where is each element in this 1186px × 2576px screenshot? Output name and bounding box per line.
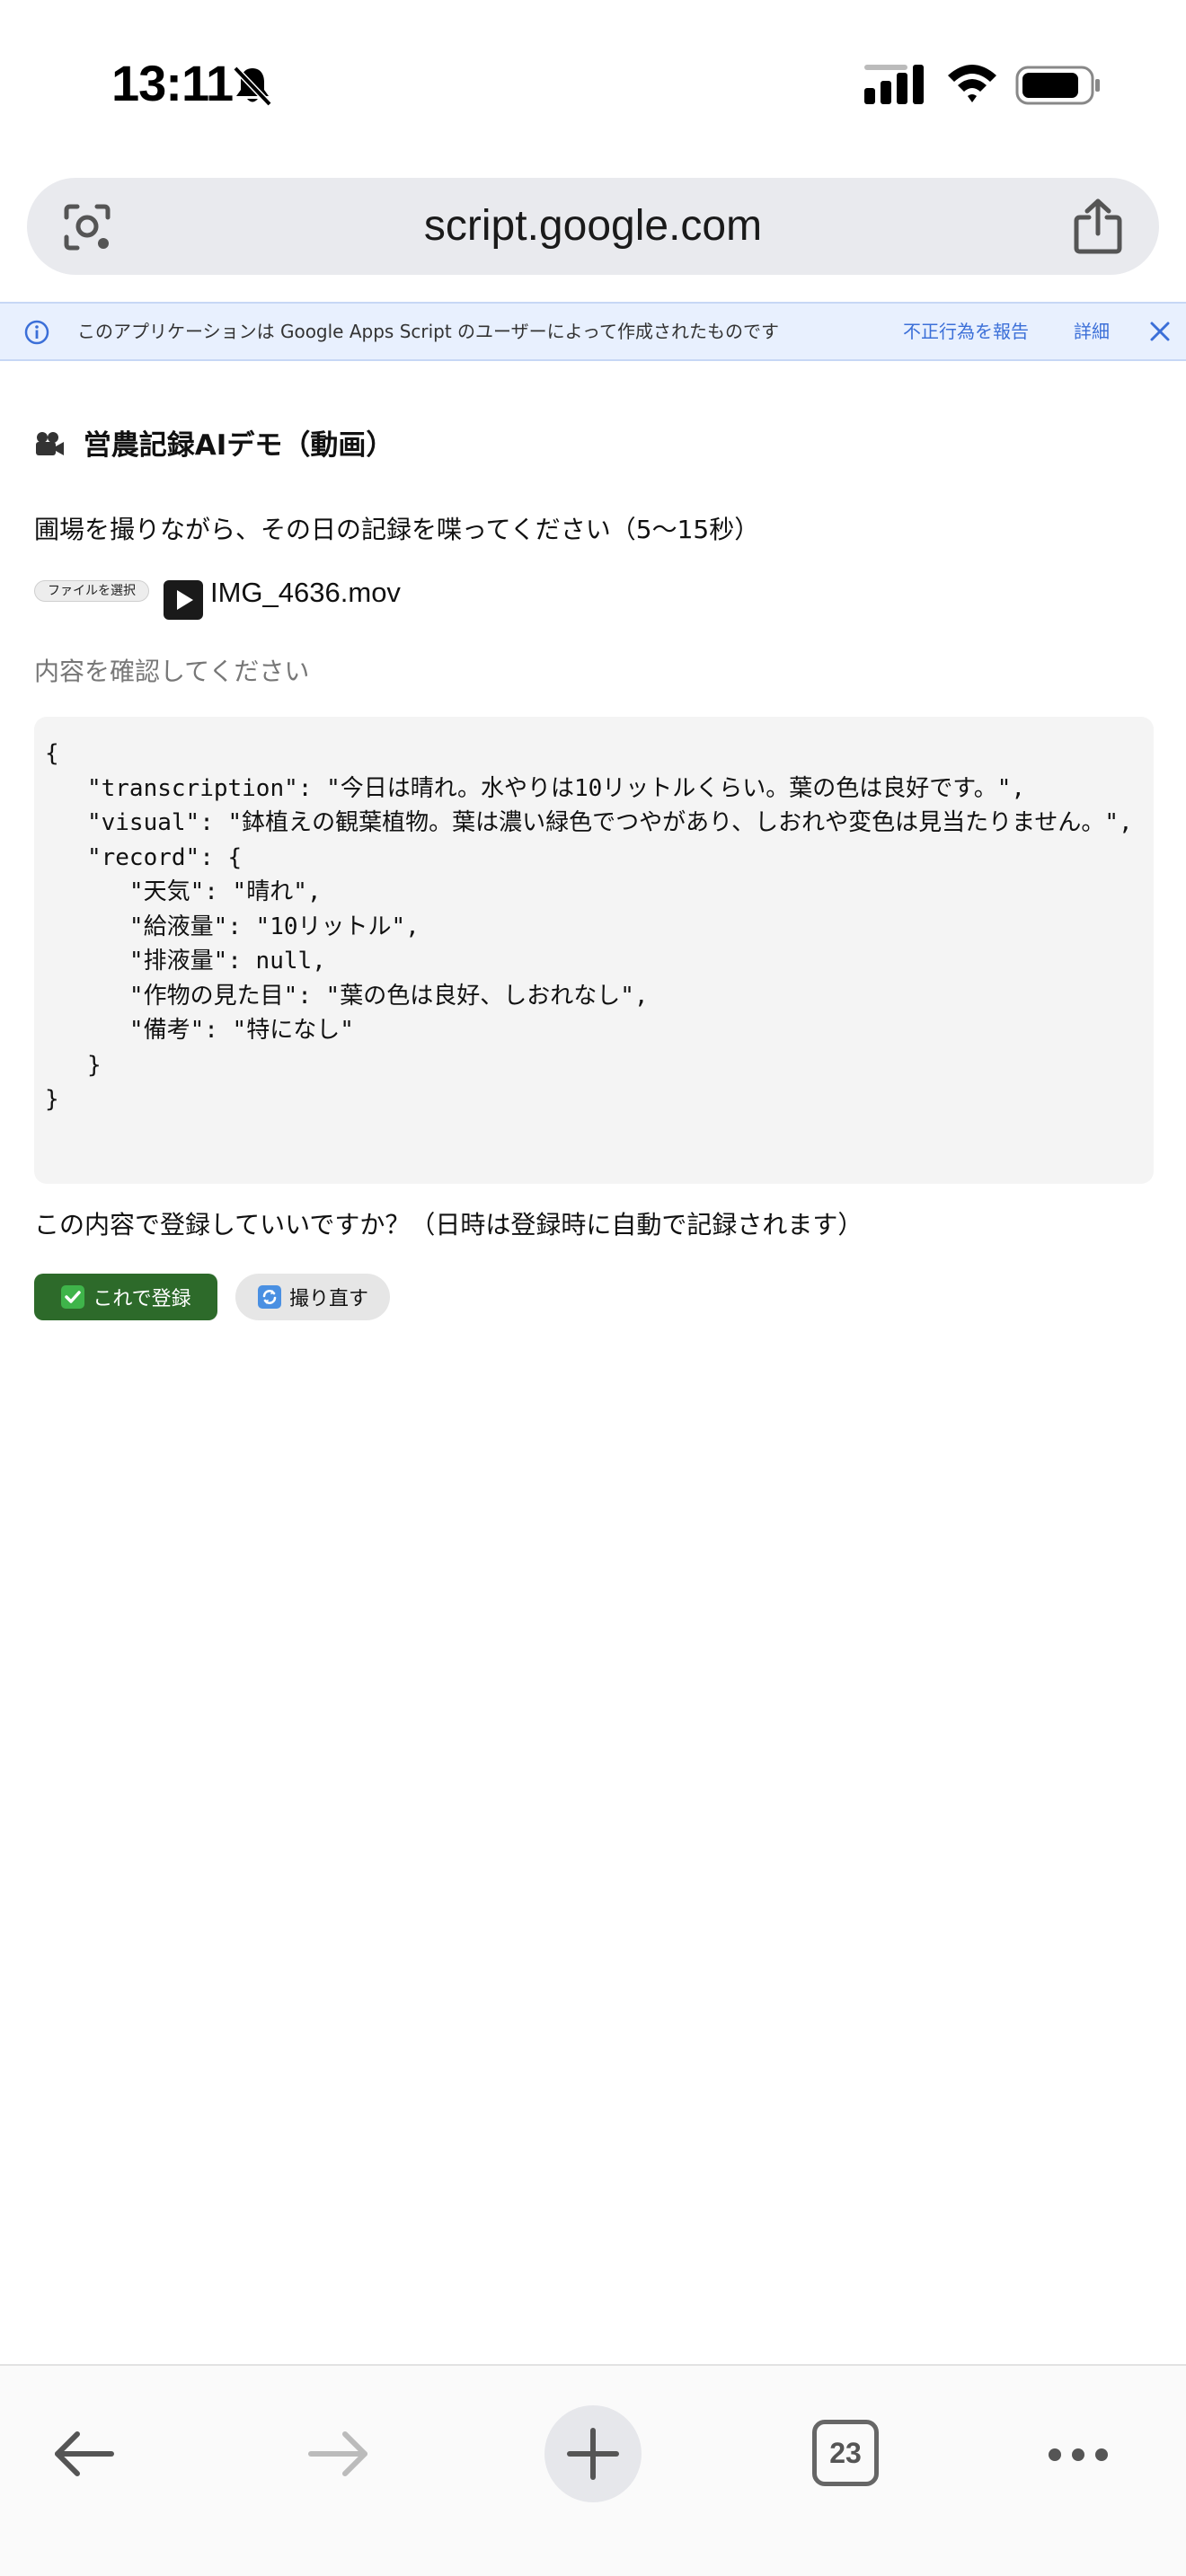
- back-arrow-icon[interactable]: [50, 2420, 119, 2488]
- register-button[interactable]: これで登録: [34, 1274, 217, 1320]
- new-tab-button[interactable]: [544, 2405, 642, 2502]
- instructions-text: 圃場を撮りながら、その日の記録を喋ってください（5〜15秒）: [34, 515, 760, 544]
- result-json: { "transcription": "今日は晴れ。水やりは10リットルくらい。…: [45, 740, 1133, 1113]
- phone-screen: 13:11 script.google.com このアプリケーションは Goog…: [0, 0, 1186, 2576]
- camera-search-icon[interactable]: [61, 201, 113, 253]
- more-options-icon[interactable]: [1046, 2441, 1111, 2468]
- movie-camera-icon: [34, 429, 75, 462]
- details-link[interactable]: 詳細: [1074, 304, 1110, 359]
- bell-muted-icon: [233, 66, 272, 107]
- play-icon: [164, 580, 203, 620]
- wifi-icon: [948, 65, 996, 102]
- choose-file-button[interactable]: ファイルを選択: [34, 580, 149, 602]
- retake-button[interactable]: 撮り直す: [235, 1274, 390, 1320]
- address-bar[interactable]: script.google.com: [27, 178, 1159, 275]
- banner-message: このアプリケーションは Google Apps Script のユーザーによって…: [77, 321, 780, 342]
- page-title-text: 営農記録AIデモ（動画）: [83, 429, 394, 462]
- url-text[interactable]: script.google.com: [153, 178, 1033, 275]
- plus-icon: [567, 2428, 619, 2480]
- check-box-icon: [61, 1285, 85, 1309]
- browser-toolbar: 23: [0, 2364, 1186, 2576]
- status-time: 13:11: [111, 55, 234, 111]
- status-message: 内容を確認してください: [34, 657, 310, 686]
- share-icon[interactable]: [1071, 198, 1125, 255]
- refresh-icon: [257, 1285, 281, 1309]
- retake-button-label: 撮り直す: [288, 1288, 368, 1310]
- result-json-box: { "transcription": "今日は晴れ。水やりは10リットルくらい。…: [34, 717, 1154, 1184]
- register-button-label: これで登録: [93, 1288, 191, 1310]
- confirm-question: この内容で登録していいですか？（日時は登録時に自動で記録されます）: [34, 1210, 863, 1239]
- status-bar: 13:11: [0, 0, 1186, 162]
- cellular-signal-icon: [864, 65, 924, 104]
- tab-switcher-button[interactable]: 23: [812, 2420, 879, 2486]
- page-title: 営農記録AIデモ（動画）: [34, 422, 394, 463]
- close-icon[interactable]: [1146, 318, 1173, 345]
- battery-icon: [1015, 66, 1100, 105]
- apps-script-warning-banner: このアプリケーションは Google Apps Script のユーザーによって…: [0, 302, 1186, 361]
- forward-arrow-icon[interactable]: [304, 2420, 372, 2488]
- info-icon: [24, 320, 49, 345]
- selected-file-name: IMG_4636.mov: [210, 577, 401, 608]
- report-abuse-link[interactable]: 不正行為を報告: [903, 304, 1029, 359]
